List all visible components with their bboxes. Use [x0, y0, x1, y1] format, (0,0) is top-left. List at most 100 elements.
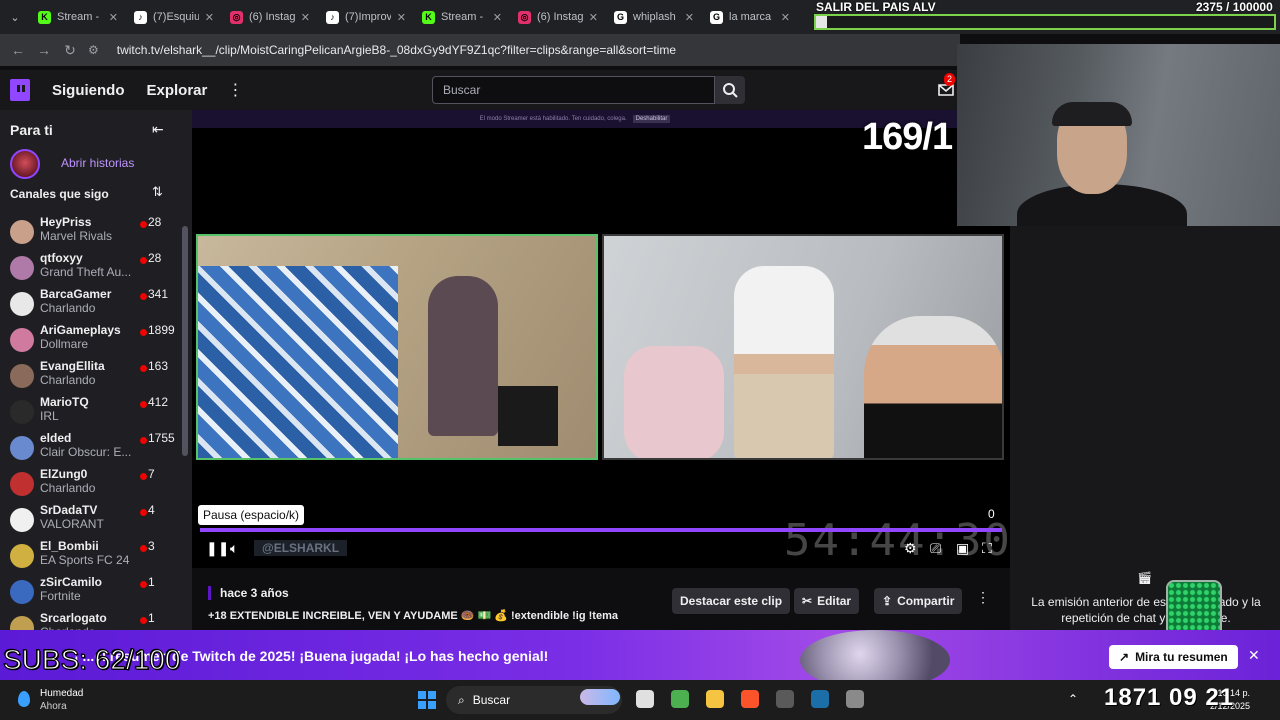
- sidebar-channel-srdadatv[interactable]: SrDadaTV VALORANT 4: [0, 503, 180, 539]
- pause-icon[interactable]: ❚❚: [206, 540, 229, 557]
- tab-close-icon[interactable]: ✕: [397, 11, 406, 24]
- tab-favicon-icon: ♪: [326, 10, 339, 24]
- browser-tab[interactable]: ♪ (7)Esquiu ✕: [126, 0, 222, 34]
- twitch-logo-icon[interactable]: [10, 79, 30, 101]
- share-clip-button[interactable]: ⇪ Compartir: [874, 588, 963, 614]
- live-indicator-icon: [140, 437, 147, 444]
- viewer-count: 1: [148, 611, 155, 625]
- browser-tab[interactable]: K Stream - ✕: [30, 0, 126, 34]
- sort-icon[interactable]: ⇅: [152, 184, 163, 200]
- tab-close-icon[interactable]: ✕: [589, 11, 598, 24]
- settings-icon[interactable]: [846, 690, 864, 708]
- search-icon: [723, 83, 738, 98]
- clip-age: hace 3 años: [208, 586, 289, 600]
- chrome-icon[interactable]: [671, 690, 689, 708]
- brave-icon[interactable]: [741, 690, 759, 708]
- sidebar-channel-zsircamilo[interactable]: zSirCamilo Fortnite 1: [0, 575, 180, 611]
- sidebar-channel-heypriss[interactable]: HeyPriss Marvel Rivals 28: [0, 215, 180, 251]
- live-indicator-icon: [140, 329, 147, 336]
- live-indicator-icon: [140, 545, 147, 552]
- chevron-up-icon[interactable]: ⌃: [1068, 692, 1078, 706]
- channel-category: Charlando: [40, 481, 96, 495]
- avatar: [10, 580, 34, 604]
- sidebar-channel-evangellita[interactable]: EvangEllita Charlando 163: [0, 359, 180, 395]
- weather-drop-icon[interactable]: [18, 691, 30, 707]
- browser-tab[interactable]: ◎ (6) Instag ✕: [222, 0, 318, 34]
- settings-gear-icon[interactable]: ⚙: [904, 540, 917, 557]
- search-button[interactable]: [715, 76, 745, 104]
- goal-progress-fill: [816, 16, 827, 28]
- back-icon[interactable]: ←: [10, 42, 26, 58]
- sidebar-channel-mariotq[interactable]: MarioTQ IRL 412: [0, 395, 180, 431]
- weather-label[interactable]: Humedad: [40, 688, 83, 699]
- progress-bar[interactable]: [200, 528, 1002, 532]
- browser-tab[interactable]: Gla marca ✕: [702, 0, 798, 34]
- channel-category: EA Sports FC 24: [40, 553, 130, 567]
- channel-name: MarioTQ: [40, 395, 89, 409]
- sidebar-channel-elded[interactable]: elded Clair Obscur: E... 1755: [0, 431, 180, 467]
- clock-overlay: 1871 09 21: [1104, 684, 1235, 711]
- sidebar-heading: Para ti: [10, 122, 53, 138]
- goal-progress-bar: [814, 14, 1276, 30]
- channel-name: BarcaGamer: [40, 287, 112, 301]
- task-view-icon[interactable]: [636, 690, 654, 708]
- sidebar-channel-arigameplays[interactable]: AriGameplays Dollmare 1899: [0, 323, 180, 359]
- theatre-mode-icon[interactable]: ▣: [956, 540, 969, 557]
- live-indicator-icon: [140, 365, 147, 372]
- edit-clip-button[interactable]: ✂ Editar: [794, 588, 860, 614]
- fullscreen-icon[interactable]: ⛶: [982, 540, 992, 557]
- tab-close-icon[interactable]: ✕: [781, 11, 790, 24]
- webcam-cap: [1052, 102, 1132, 126]
- nav-following[interactable]: Siguiendo: [52, 82, 125, 99]
- nav-browse[interactable]: Explorar: [147, 82, 208, 99]
- live-indicator-icon: [140, 257, 147, 264]
- channel-category: Charlando: [40, 301, 96, 315]
- view-recap-button[interactable]: ↗ Mira tu resumen: [1109, 645, 1238, 669]
- cast-icon[interactable]: ⎚: [930, 540, 941, 557]
- channel-category: Grand Theft Au...: [40, 265, 132, 279]
- tab-close-icon[interactable]: ✕: [205, 11, 214, 24]
- forward-icon[interactable]: →: [36, 42, 52, 58]
- tab-close-icon[interactable]: ✕: [493, 11, 502, 24]
- avatar: [10, 292, 34, 316]
- file-explorer-icon[interactable]: [706, 690, 724, 708]
- url-text[interactable]: twitch.tv/elshark__/clip/MoistCaringPeli…: [117, 43, 676, 57]
- person-figure: [428, 276, 498, 436]
- tab-close-icon[interactable]: ✕: [301, 11, 310, 24]
- tab-close-icon[interactable]: ✕: [685, 11, 694, 24]
- sidebar-channel-srcarlogato[interactable]: SrcarlogatoCharlando1: [0, 611, 180, 630]
- open-stories-link[interactable]: Abrir historias: [61, 156, 134, 170]
- reload-icon[interactable]: ↻: [62, 42, 78, 59]
- more-vertical-icon[interactable]: ⋮: [976, 589, 990, 606]
- avatar: [10, 544, 34, 568]
- sidebar-channel-qtfoxyy[interactable]: qtfoxyy Grand Theft Au... 28: [0, 251, 180, 287]
- channel-name: qtfoxyy: [40, 251, 83, 265]
- tab-title: (7)Esquiu: [153, 11, 199, 23]
- volume-icon[interactable]: 🔈︎: [230, 540, 238, 557]
- tab-search-chevron-icon[interactable]: ⌄: [0, 0, 30, 34]
- sidebar-scrollbar[interactable]: [182, 226, 188, 456]
- browser-tab[interactable]: ♪ (7)Improv ✕: [318, 0, 414, 34]
- steam-icon[interactable]: [811, 690, 829, 708]
- patterned-mattress: [198, 266, 398, 458]
- browser-tab[interactable]: ◎ (6) Instag ✕: [510, 0, 606, 34]
- subs-counter-overlay: SUBS: 62/100: [2, 644, 181, 676]
- stories-avatar[interactable]: [10, 149, 40, 179]
- close-icon[interactable]: ✕: [1248, 647, 1260, 664]
- video-player[interactable]: El modo Streamer está habilitado. Ten cu…: [192, 110, 1010, 568]
- sidebar-channel-elzung0[interactable]: ElZung0 Charlando 7: [0, 467, 180, 503]
- browser-tab[interactable]: K Stream - ✕: [414, 0, 510, 34]
- streamer-mode-disable-button[interactable]: Deshabilitar: [632, 115, 671, 123]
- browser-tab[interactable]: Gwhiplash ✕: [606, 0, 702, 34]
- windows-start-icon[interactable]: [418, 691, 436, 709]
- tab-list: K Stream - ✕ ♪ (7)Esquiu ✕ ◎ (6) Instag ✕ ♪ (7)Imp…: [30, 0, 798, 34]
- site-info-icon[interactable]: ⚙: [88, 43, 99, 57]
- tab-close-icon[interactable]: ✕: [109, 11, 118, 24]
- more-vertical-icon[interactable]: ⋮: [227, 80, 243, 100]
- collapse-sidebar-icon[interactable]: ⇤: [152, 121, 164, 138]
- obs-icon[interactable]: [776, 690, 794, 708]
- sidebar-channel-barcagamer[interactable]: BarcaGamer Charlando 341: [0, 287, 180, 323]
- feature-clip-button[interactable]: Destacar este clip: [672, 588, 791, 614]
- search-input[interactable]: [432, 76, 715, 104]
- sidebar-channel-el_bombii[interactable]: El_Bombii EA Sports FC 24 3: [0, 539, 180, 575]
